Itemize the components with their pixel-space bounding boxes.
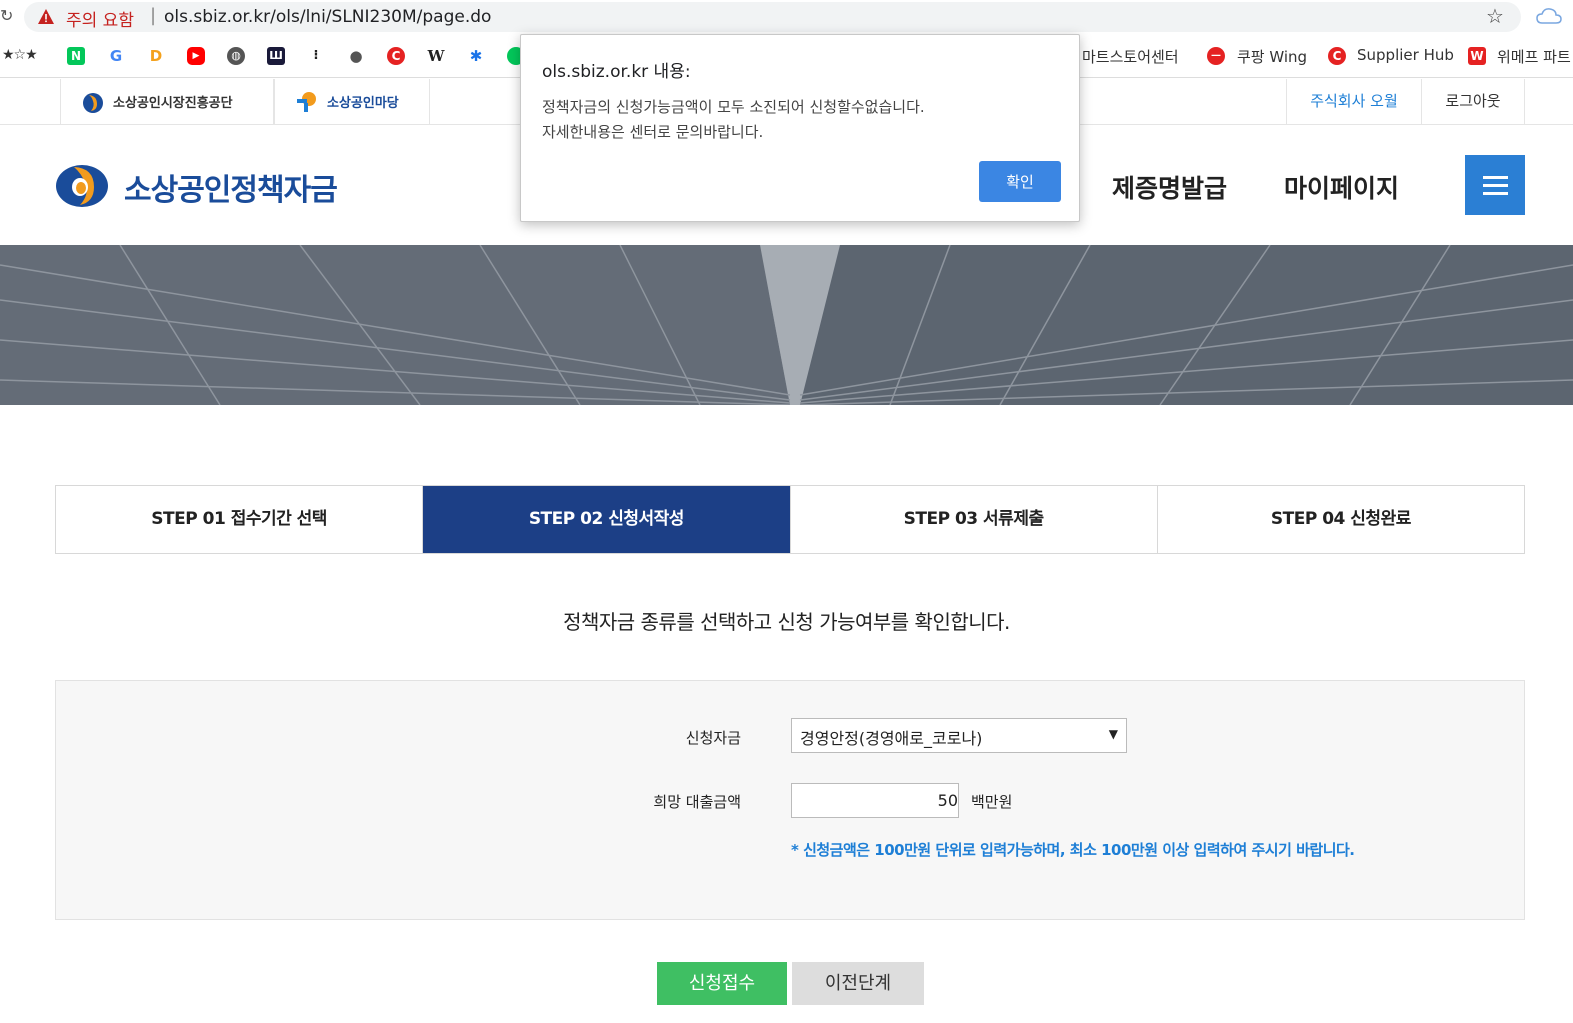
menu-bar-icon [1483,192,1508,195]
supplier-hub-icon[interactable]: C [1328,47,1346,65]
globe-icon[interactable]: ◍ [227,47,245,65]
naver-icon[interactable]: N [67,47,85,65]
application-form: 신청자금 경영안정(경영애로_코로나) ▼ 희망 대출금액 백만원 * 신청금액… [55,680,1525,920]
step-03[interactable]: STEP 03 서류제출 [791,486,1158,553]
reload-icon[interactable]: ↻ [0,6,13,25]
semas-link[interactable]: 소상공인시장진흥공단 [60,79,274,124]
cloud-icon[interactable] [1536,7,1562,25]
menu-bar-icon [1483,176,1508,179]
hero-banner [0,245,1573,405]
wemakeprice-icon[interactable]: W [1468,47,1486,65]
nav-mypage[interactable]: 마이페이지 [1284,169,1399,205]
amount-label: 희망 대출금액 [653,793,741,811]
fund-select[interactable]: 경영안정(경영애로_코로나) ▼ [791,718,1127,753]
step-tabs: STEP 01 접수기간 선택 STEP 02 신청서작성 STEP 03 서류… [55,485,1525,554]
dialog-ok-button[interactable]: 확인 [979,161,1061,202]
menu-bar-icon [1483,184,1508,187]
amount-input[interactable] [791,783,959,818]
nav-certificate[interactable]: 제증명발급 [1112,169,1227,205]
madang-logo-icon [297,91,316,112]
previous-step-button[interactable]: 이전단계 [792,962,924,1005]
step-04[interactable]: STEP 04 신청완료 [1158,486,1524,553]
dialog-message-line2: 자세한내용은 센터로 문의바랍니다. [542,123,764,141]
bookmark-stars[interactable]: ★☆★ [2,47,38,63]
step-02[interactable]: STEP 02 신청서작성 [423,486,791,553]
site-logo-icon[interactable] [54,162,110,208]
intro-text: 정책자금 종류를 선택하고 신청 가능여부를 확인합니다. [563,610,1010,634]
bookmark-supplier-hub[interactable]: Supplier Hub [1357,46,1454,64]
warning-icon[interactable] [38,9,54,24]
coupang-c-icon[interactable]: C [387,47,405,65]
browser-address-bar: ↻ 주의 요함 | ols.sbiz.or.kr/ols/lni/SLNI230… [0,0,1573,34]
wikipedia-icon[interactable]: W [427,47,445,65]
submit-application-button[interactable]: 신청접수 [657,962,787,1005]
omnibox[interactable]: 주의 요함 | ols.sbiz.or.kr/ols/lni/SLNI230M/… [24,2,1521,32]
logout-link[interactable]: 로그아웃 [1421,79,1525,124]
url-text[interactable]: ols.sbiz.or.kr/ols/lni/SLNI230M/page.do [164,7,491,27]
d-icon[interactable]: D [147,47,165,65]
dialog-message-line1: 정책자금의 신청가능금액이 모두 소진되어 신청할수없습니다. [542,98,925,116]
building-image [0,245,1573,405]
amount-notice: * 신청금액은 100만원 단위로 입력가능하며, 최소 100만원 이상 입력… [791,841,1355,859]
google-icon[interactable]: G [107,47,125,65]
bookmark-star-icon[interactable]: ☆ [1486,4,1504,28]
security-warning[interactable]: 주의 요함 [66,6,134,31]
fund-select-value: 경영안정(경영애로_코로나) [800,729,983,748]
fund-label: 신청자금 [685,729,741,747]
alert-dialog: ols.sbiz.or.kr 내용: 정책자금의 신청가능금액이 모두 소진되어… [520,34,1080,222]
apple-icon[interactable]: ● [347,47,365,65]
coupang-wing-icon[interactable]: — [1207,47,1225,65]
dialog-title: ols.sbiz.or.kr 내용: [542,62,691,82]
bookmark-wemakeprice[interactable]: 위메프 파트 [1497,46,1571,67]
step-01[interactable]: STEP 01 접수기간 선택 [56,486,424,553]
hamburger-menu-button[interactable] [1465,155,1525,215]
semas-name: 소상공인시장진흥공단 [113,96,233,111]
site-title[interactable]: 소상공인정책자금 [124,165,338,209]
amount-unit: 백만원 [971,793,1013,811]
bookmark-smartstore[interactable]: 마트스토어센터 [1082,46,1179,67]
semas-logo-icon [83,92,103,113]
madang-name: 소상공인마당 [327,96,399,111]
bookmark-coupang-wing[interactable]: 쿠팡 Wing [1237,46,1307,67]
youtube-icon[interactable]: ▶ [187,47,205,65]
dropdown-arrow-icon: ▼ [1108,727,1118,741]
sbiz-madang-link[interactable]: 소상공인마당 [274,79,430,124]
gear-bookmark-icon[interactable]: ✱ [467,47,485,65]
grid-bookmark-icon[interactable]: Ш [267,47,285,65]
url-separator: | [150,5,157,26]
company-name-link[interactable]: 주식회사 오월 [1286,79,1421,124]
dots-bookmark-icon[interactable]: ⁝ [307,47,325,65]
